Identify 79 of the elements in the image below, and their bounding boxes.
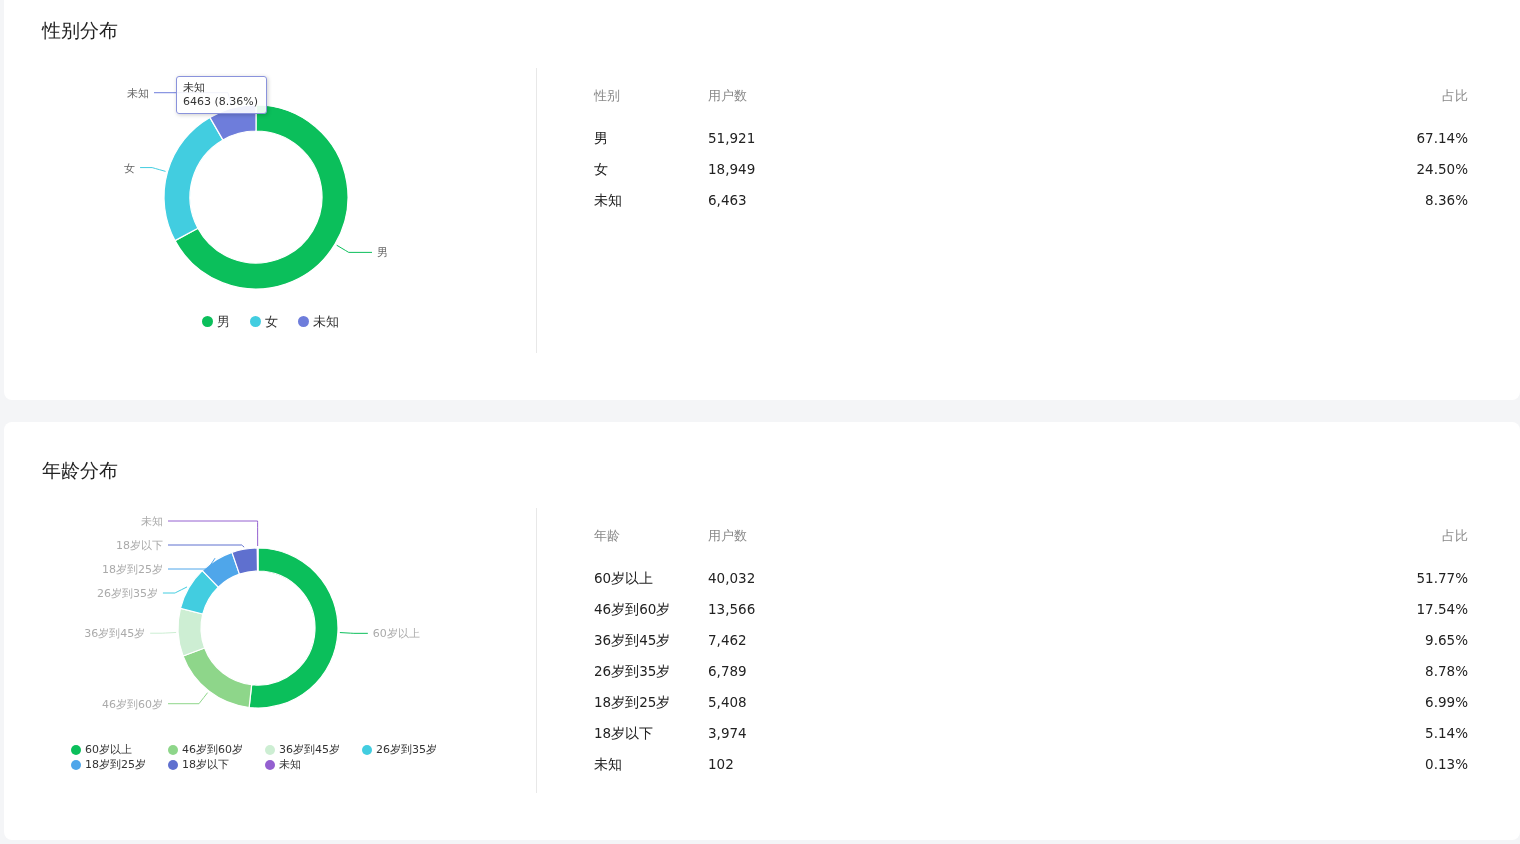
table-cell-text: 26岁到35岁 bbox=[594, 662, 672, 681]
column-header: 用户数 bbox=[708, 527, 748, 545]
slice-label: 18岁到25岁 bbox=[102, 563, 163, 576]
legend-label: 未知 bbox=[312, 314, 339, 329]
table-cell-text: 9.65% bbox=[1424, 631, 1468, 650]
table-cell-text: 6,463 bbox=[708, 191, 748, 210]
legend-item[interactable]: 36岁到45岁 bbox=[265, 742, 362, 757]
legend-label: 36岁到45岁 bbox=[279, 742, 340, 757]
legend-item[interactable]: 18岁以下 bbox=[168, 757, 265, 772]
donut-slice bbox=[179, 570, 219, 615]
table-cell-text: 17.54% bbox=[1416, 600, 1468, 619]
table-cell-text: 8.36% bbox=[1424, 191, 1468, 210]
slice-label: 36岁到45岁 bbox=[84, 627, 146, 641]
slice-label: 未知 bbox=[127, 86, 149, 100]
legend-label: 60岁以上 bbox=[85, 742, 132, 757]
table-cell-text: 51.77% bbox=[1416, 569, 1468, 588]
legend-label: 女 bbox=[264, 314, 278, 329]
table-cell-text: 67.14% bbox=[1416, 129, 1468, 148]
table-cell-text: 102 bbox=[708, 755, 735, 774]
table-cell-text: 6.99% bbox=[1424, 693, 1468, 712]
table-cell-text: 18,949 bbox=[708, 160, 757, 179]
table-cell-text: 未知 bbox=[594, 191, 623, 210]
table-cell-text: 24.50% bbox=[1416, 160, 1468, 179]
table-cell-text: 男 bbox=[594, 129, 609, 148]
legend-item[interactable]: 未知 bbox=[297, 314, 339, 329]
table-cell-text: 18岁以下 bbox=[594, 724, 655, 743]
leader-line bbox=[149, 631, 177, 634]
table-cell-text: 36岁到45岁 bbox=[594, 631, 672, 650]
legend-item[interactable]: 男 bbox=[201, 314, 230, 329]
table-cell-text: 5.14% bbox=[1424, 724, 1468, 743]
legend-label: 26岁到35岁 bbox=[376, 742, 437, 757]
table-cell-text: 女 bbox=[594, 160, 609, 179]
leader-line bbox=[167, 692, 209, 705]
slice-label: 46岁到60岁 bbox=[102, 697, 163, 711]
table-cell-text: 60岁以上 bbox=[594, 569, 655, 588]
legend-item[interactable]: 女 bbox=[249, 314, 278, 329]
column-header: 占比 bbox=[1441, 527, 1468, 545]
table-cell-text: 未知 bbox=[594, 755, 623, 774]
column-header: 占比 bbox=[1441, 87, 1468, 105]
column-header: 性别 bbox=[594, 87, 621, 105]
legend-item[interactable]: 未知 bbox=[265, 757, 362, 772]
leader-line bbox=[162, 586, 188, 594]
leader-line bbox=[339, 632, 369, 634]
legend-item[interactable]: 18岁到25岁 bbox=[71, 757, 168, 772]
leader-line bbox=[167, 557, 216, 570]
legend-label: 未知 bbox=[279, 757, 301, 772]
leader-line bbox=[139, 167, 167, 172]
slice-label: 女 bbox=[124, 161, 136, 175]
table-cell-text: 40,032 bbox=[708, 569, 757, 588]
slice-label: 男 bbox=[377, 246, 388, 260]
table-cell-text: 7,462 bbox=[708, 631, 748, 650]
table-cell-text: 46岁到60岁 bbox=[594, 600, 672, 619]
table-cell-text: 6,789 bbox=[708, 662, 748, 681]
table-cell-text: 0.13% bbox=[1424, 755, 1468, 774]
donut-slice bbox=[201, 551, 241, 588]
table-cell-text: 5,408 bbox=[708, 693, 748, 712]
legend-label: 男 bbox=[216, 314, 230, 329]
leader-line bbox=[336, 244, 373, 253]
section-title: 性别分布 bbox=[42, 18, 119, 42]
tooltip-title: 未知 bbox=[183, 81, 206, 95]
slice-label: 18岁以下 bbox=[116, 539, 163, 552]
legend-item[interactable]: 26岁到35岁 bbox=[362, 742, 459, 757]
legend-label: 18岁以下 bbox=[182, 757, 229, 772]
column-header: 年龄 bbox=[594, 527, 621, 545]
legend-item[interactable]: 60岁以上 bbox=[71, 742, 168, 757]
tooltip-value: 6463 (8.36%) bbox=[183, 95, 259, 109]
legend-label: 18岁到25岁 bbox=[85, 757, 146, 772]
legend-label: 46岁到60岁 bbox=[182, 742, 243, 757]
table-cell-text: 8.78% bbox=[1424, 662, 1468, 681]
table-cell-text: 51,921 bbox=[708, 129, 757, 148]
table-cell-text: 18岁到25岁 bbox=[594, 693, 672, 712]
section-title: 年龄分布 bbox=[42, 458, 119, 482]
column-header: 用户数 bbox=[708, 87, 748, 105]
slice-label: 未知 bbox=[141, 515, 163, 528]
table-cell-text: 13,566 bbox=[708, 600, 757, 619]
table-cell-text: 3,974 bbox=[708, 724, 748, 743]
legend-item[interactable]: 46岁到60岁 bbox=[168, 742, 265, 757]
slice-label: 60岁以上 bbox=[372, 627, 420, 641]
slice-label: 26岁到35岁 bbox=[96, 587, 158, 600]
